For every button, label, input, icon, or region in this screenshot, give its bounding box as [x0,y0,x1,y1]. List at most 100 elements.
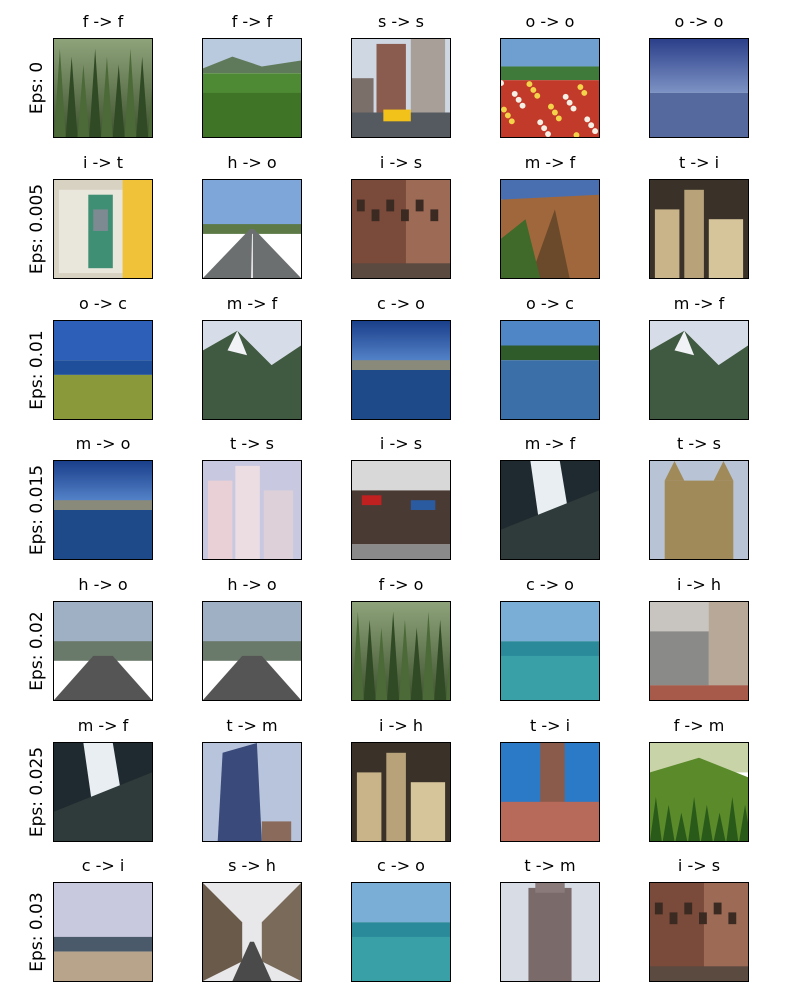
cell-title: c -> o [377,294,425,313]
cell-title: f -> f [231,12,273,31]
cell-title: i -> s [379,434,423,453]
scene-image [501,461,599,559]
cell-title: i -> s [677,856,721,875]
scene-image [203,743,301,841]
cell-title: c -> i [81,856,125,875]
image-thumbnail [500,882,600,982]
image-thumbnail [649,601,749,701]
image-thumbnail [53,320,153,420]
cell-title: s -> h [228,856,276,875]
scene-image [501,602,599,700]
image-thumbnail [500,179,600,279]
image-thumbnail [202,460,302,560]
image-thumbnail [351,601,451,701]
image-thumbnail [351,460,451,560]
cell-title: m -> f [524,153,576,172]
scene-image [54,321,152,419]
scene-image [650,39,748,137]
scene-image [203,180,301,278]
cell-title: o -> c [526,294,574,313]
scene-image [501,180,599,278]
image-thumbnail [53,601,153,701]
scene-image [54,39,152,137]
scene-image [54,602,152,700]
image-thumbnail [500,601,600,701]
row-label: Eps: 0.02 [27,611,47,691]
cell-title: m -> f [673,294,725,313]
scene-image [54,180,152,278]
scene-image [54,743,152,841]
scene-image [352,743,450,841]
cell-title: t -> m [524,856,576,875]
cell-title: o -> o [525,12,575,31]
image-thumbnail [202,601,302,701]
scene-image [501,743,599,841]
row-label: Eps: 0 [27,61,47,115]
image-thumbnail [202,320,302,420]
scene-image [352,602,450,700]
cell-title: m -> f [226,294,278,313]
scene-image [203,883,301,981]
cell-title: m -> f [524,434,576,453]
image-thumbnail [649,179,749,279]
cell-title: i -> t [82,153,124,172]
cell-title: o -> c [79,294,127,313]
image-thumbnail [649,460,749,560]
image-thumbnail [649,742,749,842]
cell-title: c -> o [377,856,425,875]
cell-title: h -> o [227,575,277,594]
scene-image [650,321,748,419]
image-thumbnail [202,38,302,138]
scene-image [54,883,152,981]
scene-image [501,39,599,137]
image-thumbnail [53,742,153,842]
scene-image [650,743,748,841]
scene-image [203,39,301,137]
image-thumbnail [53,38,153,138]
cell-title: t -> s [230,434,274,453]
row-label: Eps: 0.025 [27,746,47,838]
image-thumbnail [351,320,451,420]
scene-image [352,321,450,419]
image-thumbnail [351,882,451,982]
image-thumbnail [202,742,302,842]
row-label: Eps: 0.015 [27,464,47,556]
cell-title: o -> o [674,12,724,31]
scene-image [650,602,748,700]
cell-title: i -> h [677,575,721,594]
image-thumbnail [500,742,600,842]
image-thumbnail [53,460,153,560]
cell-title: t -> i [529,716,571,735]
cell-title: h -> o [78,575,128,594]
scene-image [203,602,301,700]
cell-title: f -> m [673,716,725,735]
scene-image [650,461,748,559]
image-thumbnail [351,179,451,279]
image-thumbnail [351,38,451,138]
cell-title: m -> o [75,434,131,453]
scene-image [203,321,301,419]
image-thumbnail [53,179,153,279]
scene-image [352,883,450,981]
image-thumbnail [500,460,600,560]
image-thumbnail [500,38,600,138]
cell-title: i -> s [379,153,423,172]
scene-image [501,883,599,981]
cell-title: f -> o [378,575,424,594]
cell-title: s -> s [377,12,425,31]
scene-image [203,461,301,559]
image-thumbnail [202,179,302,279]
row-label: Eps: 0.005 [27,183,47,275]
scene-image [501,321,599,419]
scene-image [54,461,152,559]
cell-title: t -> m [226,716,278,735]
row-label: Eps: 0.03 [27,892,47,972]
image-thumbnail [649,882,749,982]
cell-title: i -> h [379,716,423,735]
scene-image [352,39,450,137]
image-thumbnail [500,320,600,420]
scene-image [352,180,450,278]
cell-title: t -> s [677,434,721,453]
figure: Eps: 0 f -> f f -> f s -> s o -> o o -> o Eps:… [0,0,800,1000]
scene-image [352,461,450,559]
